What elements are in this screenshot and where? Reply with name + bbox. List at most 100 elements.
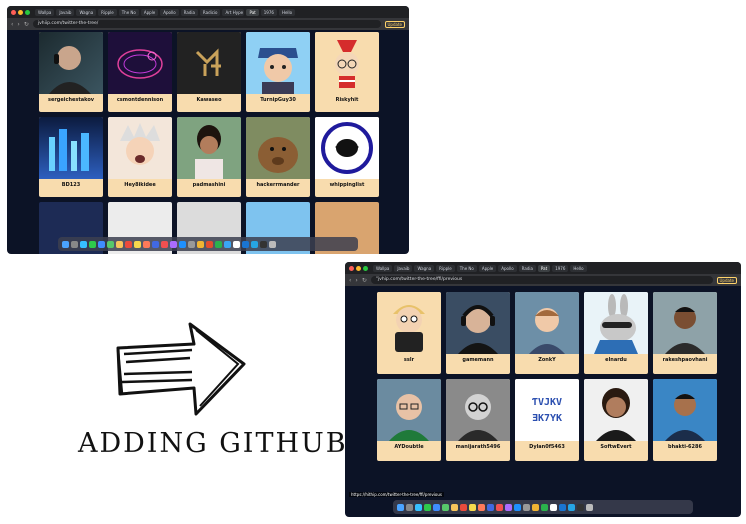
app-icon[interactable] xyxy=(206,240,213,248)
browser-tab[interactable]: Wallpa xyxy=(373,264,393,272)
browser-tab[interactable]: Wagna xyxy=(414,264,435,272)
back-icon[interactable]: ‹ xyxy=(349,277,351,284)
contributor-card[interactable]: AYDoubtle xyxy=(377,379,441,461)
browser-tab[interactable]: Wallpa xyxy=(35,8,55,16)
browser-tab[interactable]: 1976 xyxy=(552,264,569,272)
contributor-card[interactable]: Riskyhit xyxy=(315,32,379,112)
contributor-card[interactable]: manijarath5496 xyxy=(446,379,510,461)
music-icon[interactable] xyxy=(496,503,503,511)
maps-icon[interactable] xyxy=(442,503,449,511)
contributor-card[interactable]: Hey8ikidee xyxy=(108,117,172,197)
back-icon[interactable]: ‹ xyxy=(11,21,13,28)
maximize-window-icon[interactable] xyxy=(363,265,368,271)
browser-tab[interactable]: Ripple xyxy=(436,264,455,272)
contributor-card[interactable]: bhakti-6286 xyxy=(653,379,717,461)
contributor-card[interactable]: sergeichestakov xyxy=(39,32,103,112)
browser-tab[interactable]: Wagna xyxy=(76,8,97,16)
browser-tab[interactable]: Apple xyxy=(478,264,497,272)
contributor-card[interactable]: TurnipGuy30 xyxy=(246,32,310,112)
contributor-card[interactable]: elnardu xyxy=(584,292,648,374)
contributor-card[interactable]: sslr xyxy=(377,292,441,374)
minimize-window-icon[interactable] xyxy=(18,9,23,15)
browser-tab[interactable]: Radia xyxy=(180,8,198,16)
launchpad-icon[interactable] xyxy=(71,240,78,248)
browser-tab-active[interactable]: Pat xyxy=(246,8,259,16)
contributor-card[interactable]: whippinglist xyxy=(315,117,379,197)
trash-icon[interactable] xyxy=(269,240,276,248)
address-bar[interactable]: "jvhip.com/twitter-the-tree/ffi/previous xyxy=(370,276,713,284)
reload-icon[interactable]: ↻ xyxy=(24,21,29,28)
contributor-card[interactable]: padmashini xyxy=(177,117,241,197)
app-icon[interactable] xyxy=(152,240,159,248)
browser-tab[interactable]: Ripple xyxy=(98,8,117,16)
settings-icon[interactable] xyxy=(523,503,530,511)
safari-icon[interactable] xyxy=(80,240,87,248)
app-icon[interactable] xyxy=(487,503,494,511)
update-button[interactable]: Update xyxy=(716,276,737,284)
spotify-icon[interactable] xyxy=(215,240,222,248)
browser-tab[interactable]: Apollo xyxy=(160,8,179,16)
launchpad-icon[interactable] xyxy=(406,503,413,511)
maximize-window-icon[interactable] xyxy=(25,9,30,15)
terminal-icon[interactable] xyxy=(260,240,267,248)
forward-icon[interactable]: › xyxy=(355,277,357,284)
browser-tab[interactable]: Hello xyxy=(570,264,587,272)
contributor-card[interactable]: hackerrmander xyxy=(246,117,310,197)
contributor-card[interactable]: gamemann xyxy=(446,292,510,374)
address-bar[interactable]: jvhiip.com/twitter-the-tree/ xyxy=(32,20,381,28)
browser-tab-active[interactable]: Pat xyxy=(537,264,551,272)
app-icon[interactable] xyxy=(224,240,231,248)
update-button[interactable]: Update xyxy=(384,20,405,28)
podcasts-icon[interactable] xyxy=(170,240,177,248)
notes-icon[interactable] xyxy=(469,503,476,511)
close-window-icon[interactable] xyxy=(349,265,354,271)
finder-icon[interactable] xyxy=(397,503,404,511)
contributor-card[interactable]: ƬVJKV ƎK7YK Dylan0f5463 xyxy=(515,379,579,461)
browser-tab[interactable]: Radicio xyxy=(199,8,221,16)
mail-icon[interactable] xyxy=(98,240,105,248)
contributor-card[interactable]: SoftwEvert xyxy=(584,379,648,461)
trash-icon[interactable] xyxy=(586,503,593,511)
browser-tab[interactable]: Hello xyxy=(278,8,296,16)
chrome-icon[interactable] xyxy=(233,240,240,248)
browser-tab[interactable]: Radia xyxy=(518,264,536,272)
photos-icon[interactable] xyxy=(451,503,458,511)
terminal-icon[interactable] xyxy=(577,503,584,511)
photos-icon[interactable] xyxy=(116,240,123,248)
reminders-icon[interactable] xyxy=(143,240,150,248)
contributor-card[interactable]: BD123 xyxy=(39,117,103,197)
contributor-card[interactable]: rakeshpaovhani xyxy=(653,292,717,374)
app-icon[interactable] xyxy=(532,503,539,511)
browser-tab[interactable]: Javaib xyxy=(394,264,413,272)
music-icon[interactable] xyxy=(161,240,168,248)
appstore-icon[interactable] xyxy=(514,503,521,511)
safari-icon[interactable] xyxy=(415,503,422,511)
browser-tab[interactable]: Art Hype xyxy=(222,8,245,16)
vscode-icon[interactable] xyxy=(559,503,566,511)
messages-icon[interactable] xyxy=(89,240,96,248)
browser-tab[interactable]: 1976 xyxy=(260,8,277,16)
browser-tab[interactable]: Javaib xyxy=(56,8,75,16)
contributor-card[interactable]: csmontdennison xyxy=(108,32,172,112)
browser-tab[interactable]: Apple xyxy=(140,8,159,16)
vscode-icon[interactable] xyxy=(242,240,249,248)
minimize-window-icon[interactable] xyxy=(356,265,361,271)
reminders-icon[interactable] xyxy=(478,503,485,511)
finder-icon[interactable] xyxy=(62,240,69,248)
messages-icon[interactable] xyxy=(424,503,431,511)
mail-icon[interactable] xyxy=(433,503,440,511)
forward-icon[interactable]: › xyxy=(17,21,19,28)
calendar-icon[interactable] xyxy=(460,503,467,511)
maps-icon[interactable] xyxy=(107,240,114,248)
appstore-icon[interactable] xyxy=(179,240,186,248)
browser-tab[interactable]: Apollo xyxy=(498,264,517,272)
settings-icon[interactable] xyxy=(188,240,195,248)
notes-icon[interactable] xyxy=(134,240,141,248)
contributor-card[interactable]: Kawaseo xyxy=(177,32,241,112)
podcasts-icon[interactable] xyxy=(505,503,512,511)
telegram-icon[interactable] xyxy=(568,503,575,511)
reload-icon[interactable]: ↻ xyxy=(362,277,367,284)
spotify-icon[interactable] xyxy=(541,503,548,511)
chrome-icon[interactable] xyxy=(550,503,557,511)
close-window-icon[interactable] xyxy=(11,9,16,15)
